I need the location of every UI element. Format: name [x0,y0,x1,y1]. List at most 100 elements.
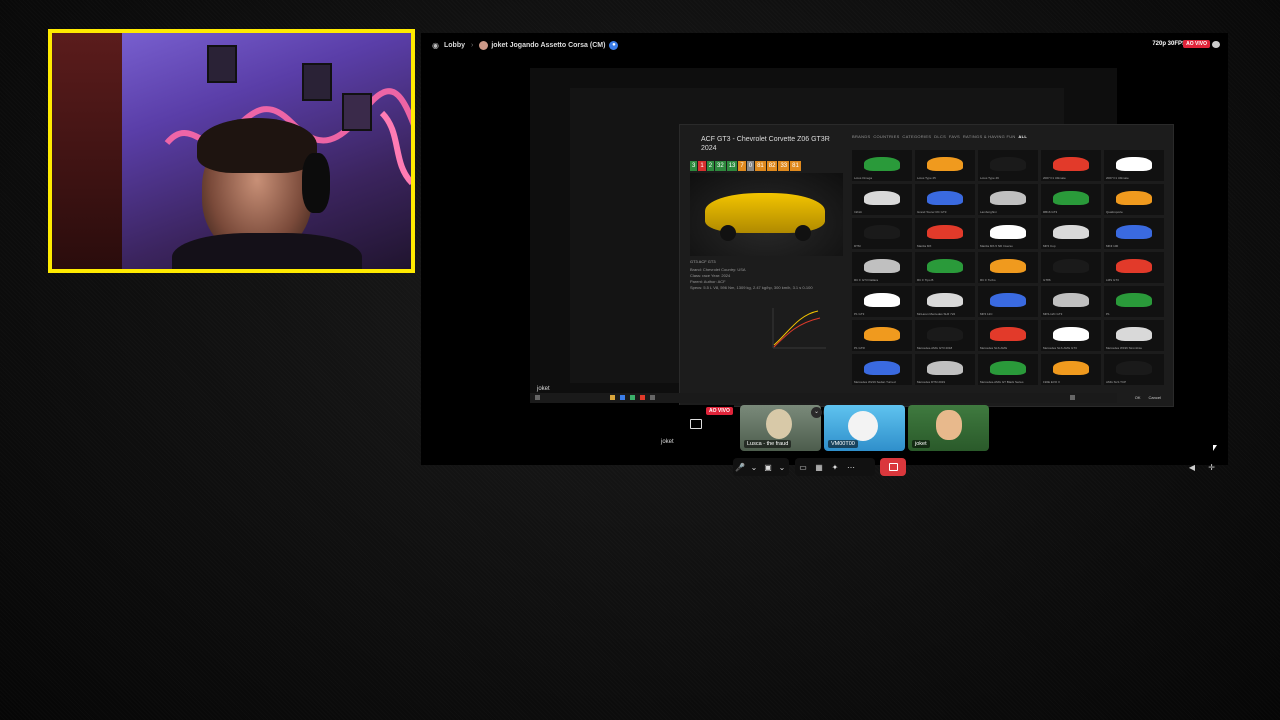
car-name: MP4-12C GT3 [1043,312,1063,316]
car-tile[interactable]: P1 GTR [852,320,912,351]
chevron-down-icon[interactable]: ⌄ [775,459,789,475]
stop-stream-icon [888,463,898,471]
car-tile[interactable]: McLaren Mercedes SLR 722 [915,286,975,317]
ok-button[interactable]: OK [1135,395,1141,400]
car-name: Mazda MX-5 ND Inverso [980,244,1013,248]
streamer-avatar [479,40,489,50]
activities-icon[interactable]: ▦ [811,459,827,475]
car-tile[interactable]: Grand Tourer RC GT3 [915,184,975,215]
car-tile[interactable]: AMG SLS TCP [1104,354,1164,385]
car-thumbnail [864,225,900,239]
car-tile[interactable]: MP4 12C [978,286,1038,317]
filter-tab[interactable]: CATEGORIES [902,134,931,139]
car-tile[interactable]: LMS GT3 [1104,252,1164,283]
car-tile[interactable]: MP4 Cup [1041,218,1101,249]
wall-poster [207,45,237,83]
car-thumbnail [927,293,963,307]
filter-tab[interactable]: DLCS [934,134,946,139]
avatar [936,410,962,440]
car-thumbnail [990,157,1026,171]
microphone-icon[interactable]: 🎤 [733,459,747,475]
car-tile[interactable]: Infiniti [852,184,912,215]
screen-share-icon [690,419,702,429]
car-tile[interactable]: RC F Tipo B [915,252,975,283]
car-tile[interactable]: RB16 GT3 [1041,184,1101,215]
car-grid: Lotus Omega Lotus Type 25 Lotus Type 49 200… [852,150,1164,385]
car-tile[interactable]: Lamborghini [978,184,1038,215]
car-tile[interactable]: Lotus Type 49 [978,150,1038,181]
camera-off-icon[interactable]: ▣ [761,459,775,475]
more-icon[interactable]: ⋯ [843,459,859,475]
badge: 2 [706,161,715,171]
car-tile[interactable]: P1 GT3 [852,286,912,317]
car-name: Lotus Omega [854,176,873,180]
fullscreen-icon[interactable]: ✛ [1208,463,1215,472]
volume-icon[interactable]: ◀ [1189,463,1195,472]
car-tile[interactable]: Mercedes SLS AMG [978,320,1038,351]
car-thumbnail [1053,157,1089,171]
car-name: GT86 [1043,278,1051,282]
participant-tile[interactable]: Lusca - the fraud [740,405,821,451]
webcam-overlay [48,29,415,273]
car-tile[interactable]: Mazda MX-5 ND Inverso [978,218,1038,249]
soundboard-icon[interactable]: ✦ [827,459,843,475]
car-tile[interactable]: 2007 F1 Ultimate [1104,150,1164,181]
car-name: Mercedes W196 Stromlinie [1106,346,1143,350]
car-tile[interactable]: Mercedes SLS AMG GT3 [1041,320,1101,351]
car-thumbnail [864,157,900,171]
car-tile[interactable]: RC F GT3 Dallara [852,252,912,283]
filter-tab-all[interactable]: ALL [1018,134,1027,139]
car-thumbnail [1053,293,1089,307]
filter-tabs: BRANDS COUNTRIES CATEGORIES DLCS FAVS RA… [852,134,1027,139]
filter-tab[interactable]: BRANDS [852,134,870,139]
car-name: RC F GT3 Dallara [854,278,879,282]
car-tile[interactable]: MP4-12C GT3 [1041,286,1101,317]
collapse-icon[interactable]: ⌄ [811,407,822,418]
car-tile[interactable]: P1 [1104,286,1164,317]
filter-tab[interactable]: RATINGS & HAVING FUN [963,134,1016,139]
car-tile[interactable]: 2007 F1 Ultimate [1041,150,1101,181]
car-tile[interactable]: Lotus Type 25 [915,150,975,181]
car-thumbnail [1053,225,1089,239]
car-name: P1 GTR [854,346,865,350]
filter-tab[interactable]: FAVS [949,134,960,139]
car-thumbnail [1116,225,1152,239]
car-tile[interactable]: Mercedes DTM 2019 [915,354,975,385]
car-tile[interactable]: 190E EVO II [1041,354,1101,385]
participant-tile[interactable]: VM00T00 [824,405,905,451]
taskbar-app-icon [620,395,625,400]
car-tile[interactable]: DTM [852,218,912,249]
car-tile[interactable]: RC F Turbo [978,252,1038,283]
car-tile[interactable]: Quattroporte [1104,184,1164,215]
spec-tabs[interactable]: GT3 ACF GT3 [690,259,716,264]
screen-share-icon[interactable]: ▭ [795,459,811,475]
car-tile[interactable]: MINI 100 [1104,218,1164,249]
car-tile[interactable]: Lotus Omega [852,150,912,181]
car-name: MP4 Cup [1043,244,1056,248]
wall-poster [302,63,332,101]
filter-tab[interactable]: COUNTRIES [873,134,899,139]
car-name: 2007 F1 Ultimate [1043,176,1066,180]
badge: 33 [778,161,790,171]
car-name: Mercedes DTM 2019 [917,380,946,384]
car-tile[interactable]: Mercedes-AMG GT3 2018 [915,320,975,351]
webcam-window-curtain [52,33,122,269]
badge: 13 [726,161,738,171]
chevron-down-icon[interactable]: ⌄ [747,459,761,475]
badge: 1 [698,161,706,171]
car-name: 2007 F1 Ultimate [1106,176,1129,180]
chat-icon[interactable] [1212,41,1220,48]
participant-tile[interactable]: joket [908,405,989,451]
stop-stream-button[interactable] [880,458,906,476]
car-tile[interactable]: GT86 [1041,252,1101,283]
car-tile[interactable]: Mercedes W196 Stromlinie [1104,320,1164,351]
car-thumbnail [864,191,900,205]
car-tile[interactable]: Mazda MX [915,218,975,249]
breadcrumb-lobby[interactable]: Lobby [444,42,465,49]
car-tile[interactable]: Mercedes W219 Sedan Turned [852,354,912,385]
cancel-button[interactable]: Cancel [1149,395,1161,400]
live-badge: AO VIVO [1183,40,1210,48]
car-name: Grand Tourer RC GT3 [917,210,947,214]
car-thumbnail [1053,361,1089,375]
car-tile[interactable]: Mercedes-AMG GT Black Series [978,354,1038,385]
